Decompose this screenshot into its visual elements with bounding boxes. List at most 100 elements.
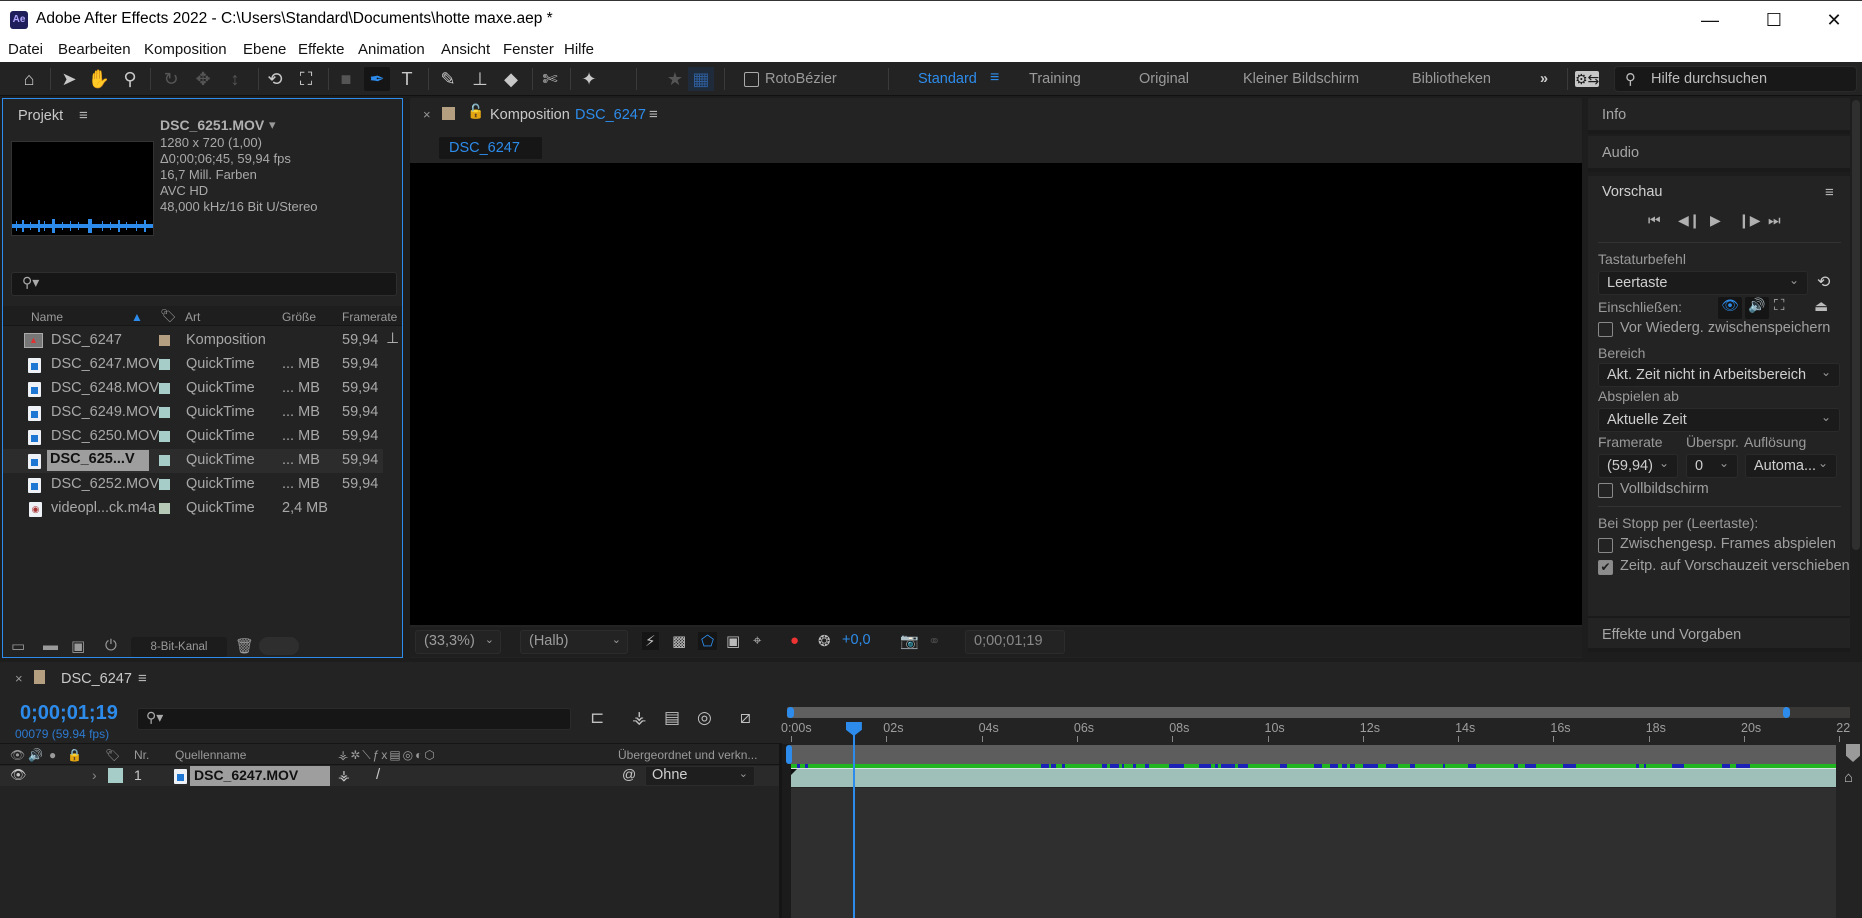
graph-editor-icon[interactable]: ⧄ (740, 708, 751, 728)
skip-dropdown[interactable]: 0 ⌄ (1686, 454, 1738, 478)
video-switch-icon[interactable]: 👁 (10, 748, 25, 762)
label-column-icon[interactable]: 🏷 (105, 748, 120, 762)
column-size[interactable]: Größe (282, 310, 316, 324)
sort-ascending-icon[interactable]: ▲ (131, 310, 143, 324)
composition-tab-name[interactable]: DSC_6247 (575, 107, 646, 123)
menu-fenster[interactable]: Fenster (503, 41, 554, 58)
label-swatch[interactable] (159, 335, 170, 346)
menu-komposition[interactable]: Komposition (144, 41, 227, 58)
clone-stamp-tool-icon[interactable]: ⊥ (467, 67, 493, 91)
bit-depth-button[interactable]: 8-Bit-Kanal (131, 637, 227, 657)
label-swatch[interactable] (159, 431, 170, 442)
layer-duration-bar[interactable] (791, 768, 1836, 787)
transparency-grid-icon[interactable]: ▩ (672, 632, 686, 650)
roto-brush-tool-icon[interactable]: ✄ (537, 67, 563, 91)
help-search-input[interactable]: ⚲ Hilfe durchsuchen (1614, 66, 1857, 92)
preview-tab[interactable]: Vorschau (1602, 184, 1662, 200)
work-area-bar[interactable] (786, 745, 1836, 764)
first-frame-icon[interactable]: ⏮ (1648, 212, 1661, 229)
project-settings-icon[interactable]: ⏻ (105, 637, 117, 654)
work-area-end-marker[interactable] (1846, 744, 1860, 762)
magnification-dropdown[interactable]: (33,3%) ⌄ (415, 630, 501, 654)
project-tab[interactable]: Projekt (18, 108, 63, 124)
zoom-tool-icon[interactable]: ⚲ (117, 67, 143, 91)
delete-icon[interactable]: 🗑 (235, 637, 254, 655)
column-parent[interactable]: Übergeordnet und verkn... (618, 748, 757, 762)
current-time-display[interactable]: 0;00;01;19 (965, 630, 1065, 654)
effects-presets-tab[interactable]: Effekte und Vorgaben (1588, 616, 1850, 652)
eraser-tool-icon[interactable]: ◆ (498, 67, 524, 91)
project-item[interactable]: DSC_6249.MOV QuickTime ... MB 59,94 (3, 401, 383, 425)
frame-blending-icon[interactable]: ▤ (664, 708, 680, 728)
project-item[interactable]: ◉ videopl...ck.m4a QuickTime 2,4 MB (3, 497, 383, 521)
right-panel-scrollbar[interactable] (1852, 100, 1860, 550)
puppet-pin-tool-icon[interactable]: ✦ (576, 67, 602, 91)
star-icon[interactable]: ★ (662, 67, 688, 91)
parent-dropdown[interactable]: Ohne ⌄ (645, 766, 755, 786)
resolution-dropdown[interactable]: (Halb) ⌄ (520, 630, 628, 654)
workspace-bibliotheken[interactable]: Bibliotheken (1412, 71, 1491, 87)
last-frame-icon[interactable]: ⏭ (1768, 212, 1781, 229)
external-video-icon[interactable]: ⏏ (1814, 297, 1828, 315)
timeline-panel-menu-icon[interactable]: ≡ (138, 670, 147, 687)
snapping-icon[interactable]: ▦ (688, 67, 714, 91)
reset-icon[interactable]: ⟲ (1817, 272, 1830, 292)
orbit-camera-icon[interactable]: ↻ (158, 67, 184, 91)
layer-visibility-icon[interactable]: 👁 (10, 767, 27, 783)
shy-switch-icon[interactable]: ⚶ (338, 767, 350, 784)
menu-datei[interactable]: Datei (8, 41, 43, 58)
layer-row[interactable]: 👁 › 1 DSC_6247.MOV ⚶ / @ Ohne ⌄ (0, 766, 782, 786)
menu-hilfe[interactable]: Hilfe (564, 41, 594, 58)
project-item[interactable]: ▲ DSC_6247 Komposition 59,94 (3, 329, 383, 353)
snapshot-icon[interactable]: 📷 (900, 632, 919, 650)
navigator-start-handle[interactable] (787, 707, 794, 718)
playhead-line[interactable] (852, 730, 855, 918)
label-swatch[interactable] (159, 455, 170, 466)
column-name[interactable]: Name (31, 310, 63, 324)
rotation-tool-icon[interactable]: ⟲ (262, 67, 288, 91)
cache-before-checkbox[interactable] (1598, 322, 1613, 337)
comp-marker-bin-icon[interactable]: ⌂ (1844, 769, 1853, 786)
color-management-icon[interactable]: ❂ (818, 632, 831, 650)
column-nr[interactable]: Nr. (134, 748, 149, 762)
label-swatch[interactable] (159, 359, 170, 370)
mask-visibility-icon[interactable]: ⬠ (698, 632, 718, 650)
label-swatch[interactable] (159, 503, 170, 514)
home-icon[interactable]: ⌂ (16, 67, 42, 91)
next-frame-icon[interactable]: ❙▶ (1738, 212, 1761, 229)
composition-panel-menu-icon[interactable]: ≡ (649, 106, 658, 123)
label-swatch[interactable] (159, 479, 170, 490)
maximize-button[interactable]: ☐ (1746, 1, 1802, 39)
fullscreen-checkbox[interactable] (1598, 483, 1613, 498)
navigator-end-handle[interactable] (1783, 707, 1790, 718)
play-from-dropdown[interactable]: Aktuelle Zeit ⌄ (1598, 408, 1840, 432)
project-item[interactable]: DSC_625...V QuickTime ... MB 59,94 (3, 449, 383, 473)
minimize-button[interactable]: — (1682, 1, 1738, 39)
interpret-footage-icon[interactable]: ▭ (11, 637, 25, 655)
grid-guides-icon[interactable]: ⌖ (753, 632, 761, 649)
preview-dropdown-icon[interactable]: ▾ (269, 117, 276, 133)
workspace-settings-icon[interactable]: ⚙⇆ (1575, 71, 1599, 87)
expand-layer-icon[interactable]: › (92, 767, 97, 783)
work-area-start-handle[interactable] (786, 745, 792, 764)
exposure-value[interactable]: +0,0 (842, 632, 871, 648)
label-swatch[interactable] (159, 383, 170, 394)
motion-blur-icon[interactable]: ◎ (697, 708, 712, 728)
previous-frame-icon[interactable]: ◀❙ (1678, 212, 1701, 229)
info-panel-tab[interactable]: Info (1588, 98, 1850, 134)
new-composition-icon[interactable]: ▣ (71, 637, 85, 655)
close-button[interactable]: ✕ (1806, 1, 1862, 39)
audio-switch-icon[interactable]: 🔊 (28, 748, 43, 762)
hand-tool-icon[interactable]: ✋ (86, 67, 112, 91)
solo-switch-icon[interactable]: ● (49, 748, 56, 762)
lock-switch-icon[interactable]: 🔒 (67, 748, 82, 762)
project-search-input[interactable]: ⚲▾ (11, 272, 397, 296)
timeline-tab[interactable]: DSC_6247 (61, 671, 132, 687)
layer-name[interactable]: DSC_6247.MOV (190, 766, 330, 786)
channel-icon[interactable]: ● (790, 632, 799, 649)
play-icon[interactable]: ▶ (1710, 212, 1721, 229)
label-swatch[interactable] (159, 407, 170, 418)
shortcut-dropdown[interactable]: Leertaste ⌄ (1598, 271, 1808, 295)
composition-tab-prefix[interactable]: Komposition (490, 107, 570, 123)
workspace-training[interactable]: Training (1029, 71, 1081, 87)
